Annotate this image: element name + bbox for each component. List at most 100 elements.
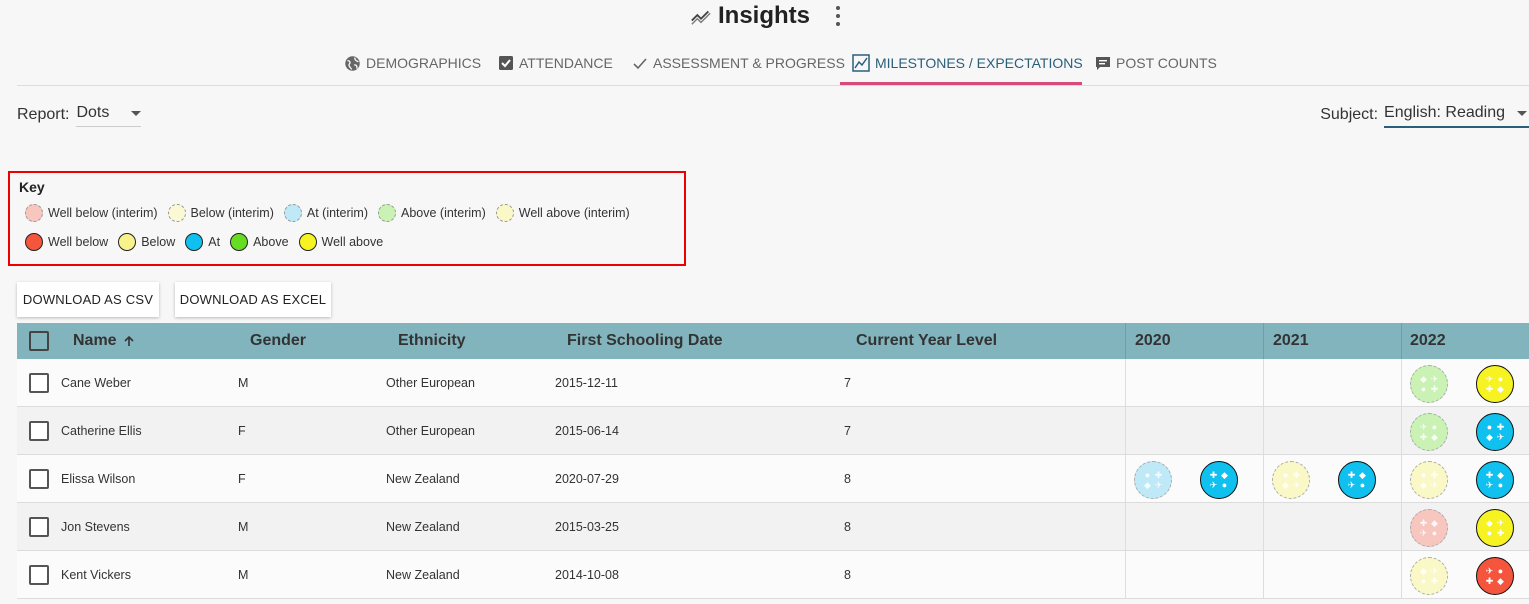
- column-2022-header: 2022: [1410, 332, 1446, 349]
- milestone-dot-well-below[interactable]: ✈ ● ✚ ◆: [1476, 557, 1514, 595]
- key-panel: Key Well below (interim) Below (interim) A…: [8, 171, 686, 266]
- tab-assessment-progress[interactable]: ASSESSMENT & PROGRESS: [632, 48, 845, 78]
- tab-divider: [17, 85, 1529, 86]
- milestone-dot-well-above-interim[interactable]: ◆ ✈ ● ✚: [1410, 557, 1448, 595]
- key-dot-icon: [185, 233, 204, 251]
- column-divider: [1263, 323, 1264, 359]
- select-all-checkbox[interactable]: [29, 331, 49, 351]
- milestone-dot-at[interactable]: ✚ ◆ ✈ ●: [1338, 461, 1376, 499]
- cell-divider: [1401, 359, 1402, 407]
- key-label: Below: [141, 235, 176, 249]
- tab-label: POST COUNTS: [1116, 55, 1217, 71]
- tab-label: MILESTONES / EXPECTATIONS: [875, 55, 1083, 71]
- row-checkbox[interactable]: [29, 421, 49, 441]
- subject-select[interactable]: English: Reading: [1384, 102, 1529, 128]
- key-dot-icon: [25, 233, 43, 251]
- column-name-label: Name: [73, 332, 117, 349]
- row-checkbox[interactable]: [29, 469, 49, 489]
- key-label: Above (interim): [401, 206, 486, 220]
- milestone-dot-at[interactable]: ✚ ◆ ✈ ●: [1200, 461, 1238, 499]
- student-name: Kent Vickers: [61, 568, 131, 582]
- key-item: Above (interim): [378, 204, 486, 222]
- milestone-dot-well-above[interactable]: ◆ ✈ ● ✚: [1476, 509, 1514, 547]
- first-schooling-date: 2015-06-14: [555, 424, 619, 438]
- cell-divider: [1125, 455, 1126, 503]
- milestone-dot-above-interim[interactable]: ✈ ● ✚ ◆: [1410, 413, 1448, 451]
- milestone-dot-at-interim[interactable]: ● ✚ ◆ ✈: [1134, 461, 1172, 499]
- table-row: Cane Weber M Other European 2015-12-11 7 ◆ ✈ ● ✚…: [17, 359, 1529, 407]
- key-item: At: [185, 233, 220, 251]
- tab-label: ASSESSMENT & PROGRESS: [653, 55, 845, 71]
- column-2020-header: 2020: [1135, 332, 1171, 349]
- student-gender: M: [238, 568, 249, 582]
- comment-icon: [1096, 57, 1110, 70]
- tab-post-counts[interactable]: POST COUNTS: [1095, 48, 1217, 78]
- key-label: Well above: [321, 235, 384, 249]
- cell-divider: [1401, 551, 1402, 599]
- column-ethnicity-header[interactable]: Ethnicity: [398, 323, 466, 359]
- key-title: Key: [19, 179, 45, 195]
- milestone-dot-at[interactable]: ● ✚ ◆ ✈: [1476, 413, 1514, 451]
- cell-divider: [1125, 359, 1126, 407]
- student-name: Elissa Wilson: [61, 472, 136, 486]
- chart-icon: [852, 54, 870, 72]
- student-gender: M: [238, 376, 249, 390]
- milestone-dot-well-below-interim[interactable]: ✚ ◆ ✈ ●: [1410, 509, 1448, 547]
- download-excel-button[interactable]: DOWNLOAD AS EXCEL: [175, 282, 331, 317]
- student-name: Jon Stevens: [61, 520, 130, 534]
- download-csv-button[interactable]: DOWNLOAD AS CSV: [17, 282, 159, 317]
- subject-label: Subject:: [1320, 106, 1379, 123]
- report-select[interactable]: Dots: [76, 102, 142, 127]
- globe-icon: [345, 55, 360, 71]
- current-year-level: 8: [844, 472, 851, 486]
- chevron-down-icon: [1517, 110, 1527, 116]
- check-icon: [633, 58, 647, 70]
- key-item: Well above: [298, 233, 384, 251]
- title-group: Insights: [690, 2, 810, 30]
- milestone-dot-above-interim[interactable]: ◆ ✈ ● ✚: [1410, 365, 1448, 403]
- key-row-final: Well below Below At Above Well above: [25, 233, 393, 251]
- key-dot-icon: [298, 233, 317, 251]
- tab-attendance[interactable]: ATTENDANCE: [498, 48, 613, 78]
- milestone-dot-at[interactable]: ✚ ◆ ✈ ●: [1476, 461, 1514, 499]
- report-value: Dots: [76, 104, 110, 121]
- key-item: Below (interim): [167, 204, 274, 222]
- current-year-level: 8: [844, 520, 851, 534]
- trending-icon: [691, 10, 711, 25]
- key-dot-icon: [495, 204, 514, 222]
- row-checkbox[interactable]: [29, 373, 49, 393]
- milestone-dot-well-above-interim[interactable]: ● ✚ ◆ ✈: [1410, 461, 1448, 499]
- student-name: Catherine Ellis: [61, 424, 142, 438]
- column-year-level-header[interactable]: Current Year Level: [856, 323, 997, 359]
- column-first-schooling-header[interactable]: First Schooling Date: [567, 323, 723, 359]
- tab-milestones-expectations[interactable]: MILESTONES / EXPECTATIONS: [852, 48, 1083, 78]
- select-all-cell: [29, 323, 49, 359]
- key-item: Well below: [25, 233, 108, 251]
- tab-demographics[interactable]: DEMOGRAPHICS: [344, 48, 481, 78]
- table-row: Catherine Ellis F Other European 2015-06-14…: [17, 407, 1529, 455]
- cell-divider: [1263, 455, 1264, 503]
- key-item: At (interim): [283, 204, 368, 222]
- student-ethnicity: New Zealand: [386, 472, 460, 486]
- row-checkbox[interactable]: [29, 517, 49, 537]
- row-checkbox[interactable]: [29, 565, 49, 585]
- tab-label: DEMOGRAPHICS: [366, 55, 482, 71]
- column-name-header[interactable]: Name: [73, 323, 136, 359]
- milestone-dot-well-above-interim[interactable]: ● ✚ ◆ ✈: [1272, 461, 1310, 499]
- key-item: Well below (interim): [25, 204, 158, 222]
- cell-divider: [1263, 551, 1264, 599]
- column-gender-header[interactable]: Gender: [250, 323, 306, 359]
- more-vert-icon[interactable]: [832, 6, 844, 26]
- cell-divider: [1125, 407, 1126, 455]
- page-title: Insights: [718, 2, 811, 29]
- table-row: Jon Stevens M New Zealand 2015-03-25 8 ✚ ◆ ✈ ● ◆ ✈…: [17, 503, 1529, 551]
- student-ethnicity: Other European: [386, 424, 475, 438]
- student-ethnicity: New Zealand: [386, 520, 460, 534]
- key-label: At (interim): [306, 206, 368, 220]
- key-label: Above: [253, 235, 289, 249]
- milestone-dot-well-above[interactable]: ✈ ● ✚ ◆: [1476, 365, 1514, 403]
- subject-control: Subject: English: Reading: [1320, 102, 1529, 128]
- key-item: Well above (interim): [495, 204, 630, 222]
- student-gender: F: [238, 472, 246, 486]
- key-label: Well below: [48, 235, 109, 249]
